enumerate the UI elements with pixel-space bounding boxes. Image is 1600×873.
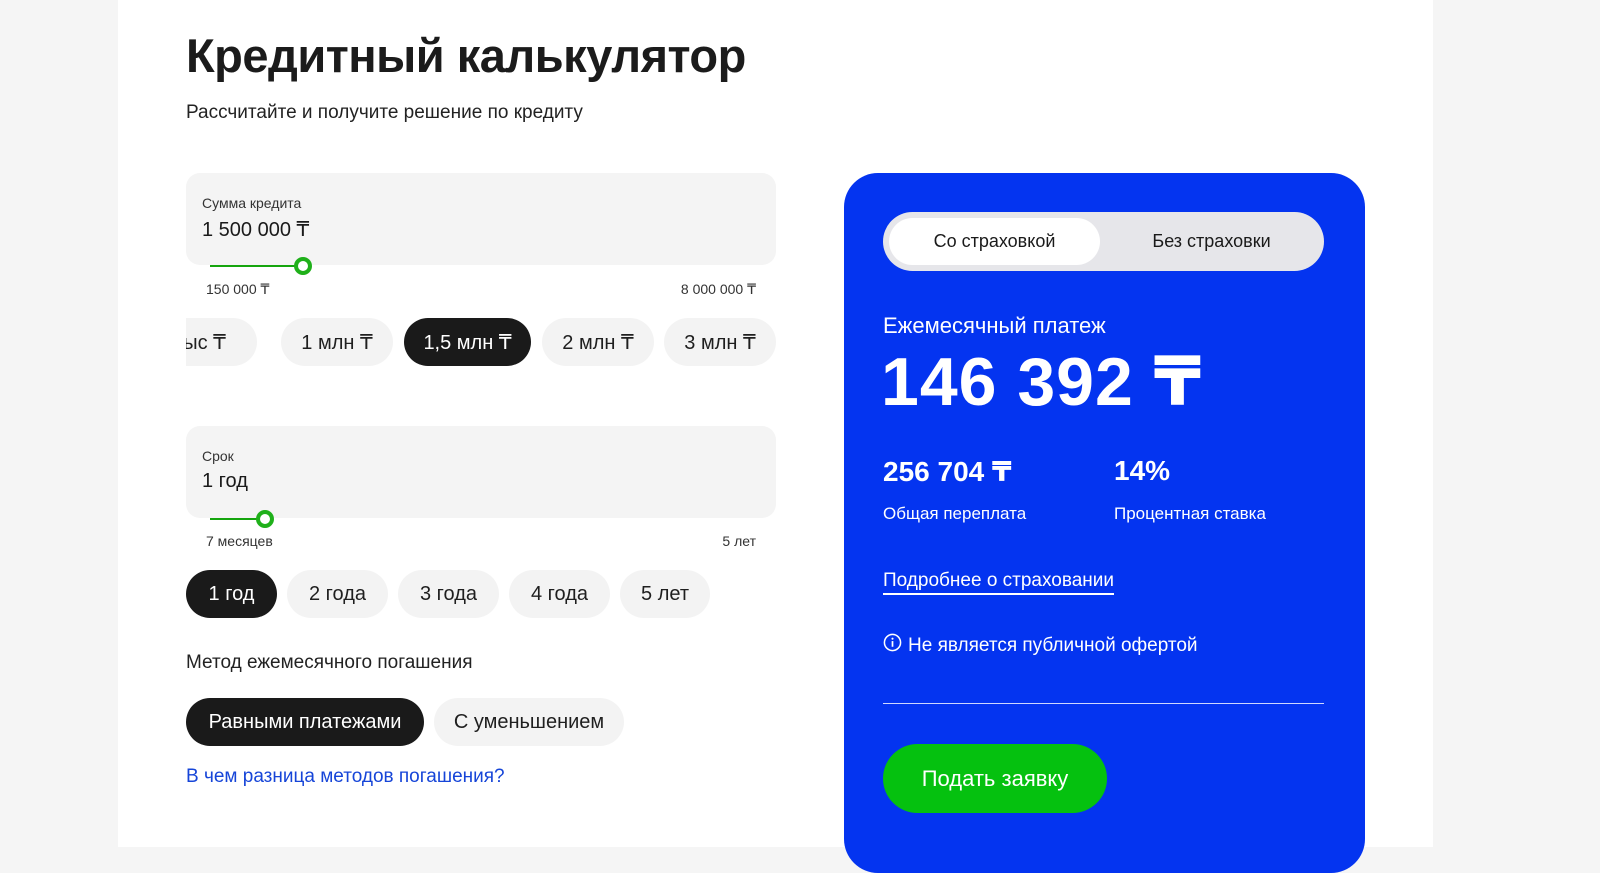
loan-amount-max: 8 000 000 ₸ [680, 281, 756, 297]
term-chip-1-year[interactable]: 1 год [186, 570, 277, 618]
insurance-details-link[interactable]: Подробнее о страховании [883, 570, 1115, 595]
term-chip-4-years[interactable]: 4 года [509, 570, 610, 618]
repayment-difference-link[interactable]: В чем разница методов погашения? [186, 766, 505, 788]
interest-rate-label: Процентная ставка [1114, 504, 1266, 523]
insurance-toggle: Со страховкой Без страховки [883, 212, 1324, 271]
page-subtitle: Рассчитайте и получите решение по кредит… [186, 102, 583, 123]
offer-note-text: Не является публичной офертой [908, 635, 1198, 656]
loan-term-label: Срок [202, 448, 234, 464]
result-card: Со страховкой Без страховки Ежемесячный … [844, 173, 1365, 873]
amount-chip-3m[interactable]: 3 млн ₸ [664, 318, 776, 366]
interest-rate-value: 14% [1114, 455, 1171, 486]
term-chip-5-years[interactable]: 5 лет [620, 570, 710, 618]
info-circle-icon [883, 633, 902, 651]
loan-term-slider-thumb[interactable] [256, 510, 274, 528]
loan-amount-slider[interactable] [210, 256, 756, 276]
loan-amount-slider-thumb[interactable] [294, 257, 312, 275]
amount-chip-500k[interactable]: 500 тыс ₸ [186, 318, 257, 366]
offer-note: Не является публичной офертой [883, 633, 1198, 657]
page-title: Кредитный калькулятор [186, 29, 746, 82]
loan-amount-presets: 500 тыс ₸ 1 млн ₸ 1,5 млн ₸ 2 млн ₸ 3 мл… [186, 318, 776, 370]
term-chip-2-years[interactable]: 2 года [287, 570, 388, 618]
loan-amount-field[interactable]: Сумма кредита 1 500 000 ₸ [186, 173, 776, 265]
card-divider [883, 703, 1324, 704]
with-insurance-tab[interactable]: Со страховкой [889, 218, 1100, 265]
amount-chip-1m[interactable]: 1 млн ₸ [281, 318, 393, 366]
method-equal-payments-button[interactable]: Равными платежами [186, 698, 424, 746]
term-chip-3-years[interactable]: 3 года [398, 570, 499, 618]
loan-amount-slider-track [210, 265, 303, 267]
loan-amount-min: 150 000 ₸ [206, 281, 270, 297]
loan-term-min: 7 месяцев [206, 533, 273, 549]
amount-chip-2m[interactable]: 2 млн ₸ [542, 318, 654, 366]
submit-application-button[interactable]: Подать заявку [883, 744, 1107, 813]
repayment-method-title: Метод ежемесячного погашения [186, 652, 473, 673]
monthly-payment-value: 146 392 ₸ [881, 344, 1203, 420]
loan-term-max: 5 лет [722, 533, 756, 549]
without-insurance-tab[interactable]: Без страховки [1105, 218, 1318, 265]
loan-term-value[interactable]: 1 год [202, 470, 248, 493]
method-decreasing-button[interactable]: С уменьшением [434, 698, 624, 746]
loan-amount-label: Сумма кредита [202, 195, 302, 211]
amount-chip-1-5m[interactable]: 1,5 млн ₸ [404, 318, 531, 366]
overpayment-label: Общая переплата [883, 504, 1027, 523]
monthly-payment-label: Ежемесячный платеж [883, 313, 1106, 338]
loan-term-slider[interactable] [210, 509, 756, 529]
loan-amount-value[interactable]: 1 500 000 ₸ [202, 217, 309, 242]
overpayment-value: 256 704 ₸ [883, 456, 1012, 487]
loan-term-field[interactable]: Срок 1 год [186, 426, 776, 518]
